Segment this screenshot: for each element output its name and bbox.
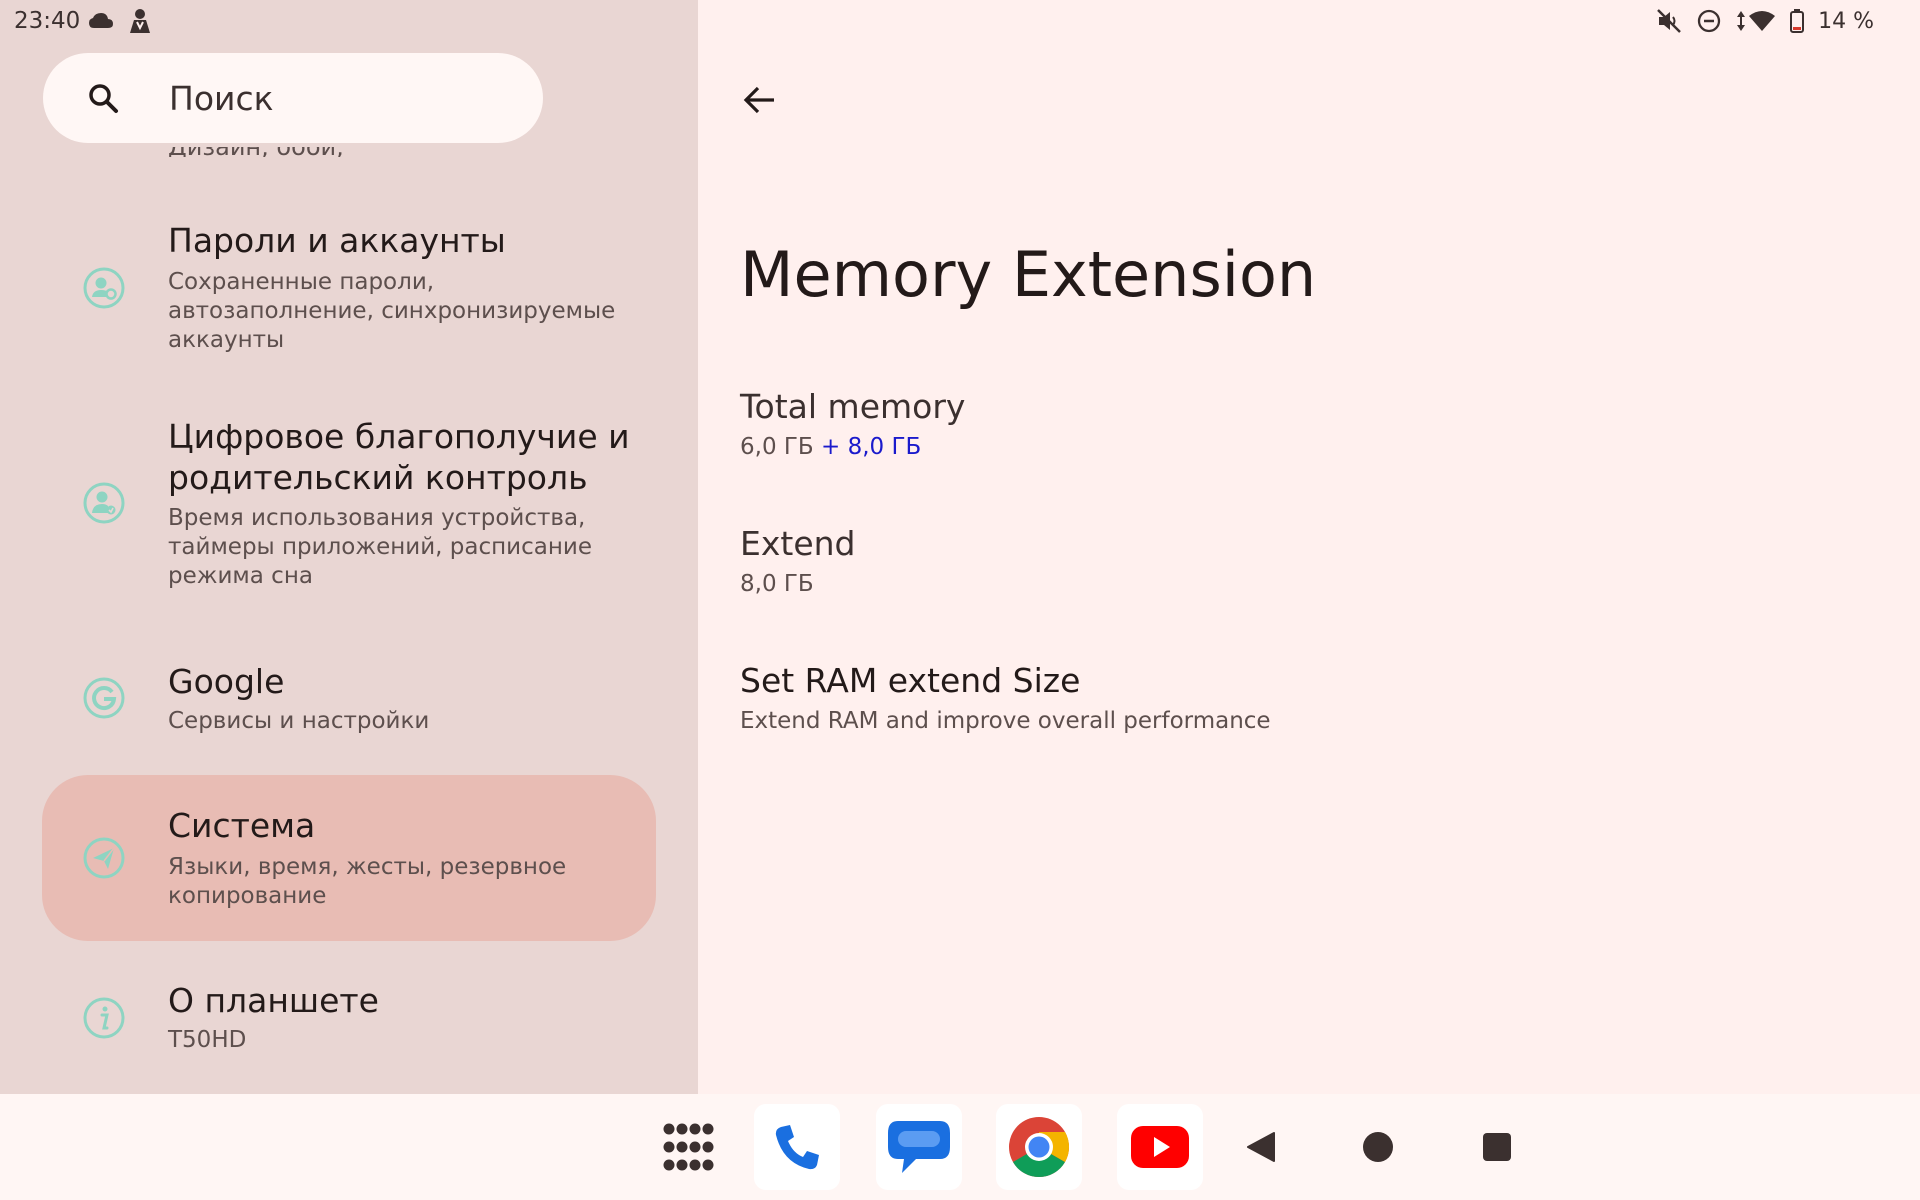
status-time: 23:40 (14, 8, 81, 34)
item-title: Пароли и аккаунты (168, 221, 506, 260)
item-subtitle: Сохраненные пароли, (168, 269, 435, 295)
account-key-icon (83, 267, 125, 309)
item-title: родительский контроль (168, 458, 588, 497)
info-icon (83, 997, 125, 1039)
item-subtitle: T50HD (168, 1027, 247, 1053)
battery-percent: 14 % (1818, 8, 1874, 34)
messages-icon (888, 1121, 950, 1173)
item-subtitle: копирование (168, 883, 327, 909)
google-g-icon (83, 677, 125, 719)
item-subtitle: Время использования устройства, (168, 505, 586, 531)
set-ram-summary: Extend RAM and improve overall performan… (740, 708, 1271, 734)
settings-list-pane: Поиск Дизайн, обои, стиль Пароли и аккау… (0, 0, 698, 1094)
settings-item-digital-wellbeing[interactable]: Цифровое благополучие и родительский кон… (42, 400, 656, 600)
mute-icon (1657, 9, 1681, 33)
back-arrow-icon[interactable] (738, 78, 782, 122)
system-home-button[interactable] (1335, 1104, 1421, 1190)
data-arrows-icon (1737, 11, 1746, 31)
item-subtitle: Языки, время, жесты, резервное (168, 854, 567, 880)
item-title: О планшете (168, 981, 379, 1020)
app-drawer-button[interactable] (644, 1104, 730, 1190)
search-placeholder: Поиск (169, 79, 274, 118)
chrome-icon (1009, 1117, 1070, 1178)
extra-memory-value: + 8,0 ГБ (821, 434, 922, 460)
phone-app-button[interactable] (754, 1104, 840, 1190)
search-bar[interactable]: Поиск (43, 53, 543, 143)
phone-icon (775, 1125, 819, 1170)
settings-item-system[interactable]: Система Языки, время, жесты, резервное к… (42, 775, 656, 941)
youtube-icon (1131, 1126, 1189, 1168)
battery-icon (1790, 9, 1805, 33)
page-title: Memory Extension (740, 238, 1317, 311)
spy-icon (130, 9, 150, 33)
app-drawer-icon (663, 1123, 714, 1171)
item-subtitle: таймеры приложений, расписание (168, 534, 592, 560)
cloud-icon (89, 13, 113, 28)
navigation-bar (0, 1094, 1920, 1200)
youtube-app-button[interactable] (1117, 1104, 1203, 1190)
messages-app-button[interactable] (876, 1104, 962, 1190)
system-recents-button[interactable] (1454, 1104, 1540, 1190)
search-icon (89, 84, 118, 113)
total-memory-label: Total memory (740, 387, 966, 426)
item-subtitle: Сервисы и настройки (168, 708, 430, 734)
home-circle-icon (1363, 1132, 1393, 1162)
wellbeing-person-icon (83, 482, 125, 524)
settings-item-google[interactable]: Google Сервисы и настройки (42, 645, 656, 755)
wifi-icon (1749, 11, 1776, 31)
recents-square-icon (1483, 1133, 1511, 1161)
system-send-icon (83, 837, 125, 879)
status-bar: 23:40 14 % (0, 0, 1920, 44)
item-subtitle: аккаунты (168, 327, 285, 353)
chrome-app-button[interactable] (996, 1104, 1082, 1190)
do-not-disturb-icon (1697, 9, 1721, 33)
item-subtitle: режима сна (168, 563, 313, 589)
item-title: Google (168, 662, 285, 701)
item-title: Система (168, 806, 316, 845)
system-back-button[interactable] (1218, 1104, 1304, 1190)
extend-label: Extend (740, 524, 856, 563)
memory-extension-detail-pane: Memory Extension Total memory 6,0 ГБ + 8… (698, 0, 1920, 1094)
back-triangle-icon (1247, 1132, 1275, 1162)
set-ram-label: Set RAM extend Size (740, 661, 1081, 700)
item-title: Цифровое благополучие и (168, 417, 630, 456)
cutoff-list-item: Дизайн, обои, стиль (168, 147, 408, 157)
item-subtitle: автозаполнение, синхронизируемые (168, 298, 616, 324)
settings-item-about-tablet[interactable]: О планшете T50HD (42, 960, 656, 1070)
settings-item-passwords-accounts[interactable]: Пароли и аккаунты Сохраненные пароли, ав… (42, 200, 656, 370)
total-memory-value: 6,0 ГБ + 8,0 ГБ (740, 434, 922, 460)
extend-value: 8,0 ГБ (740, 571, 814, 597)
